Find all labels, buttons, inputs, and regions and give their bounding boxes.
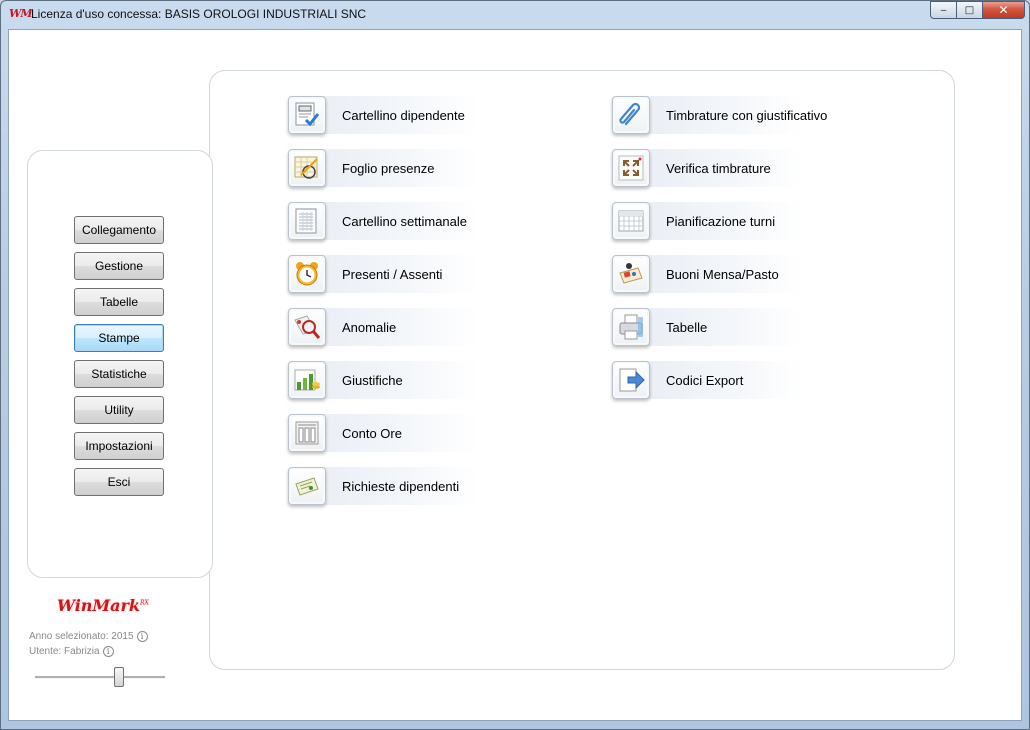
meal-voucher-icon[interactable]: [612, 255, 650, 293]
tabelle-item[interactable]: Tabelle: [612, 307, 802, 347]
collegamento-button[interactable]: Collegamento: [74, 216, 164, 244]
weekly-card-icon[interactable]: [288, 202, 326, 240]
shift-grid-icon[interactable]: [612, 202, 650, 240]
winmark-logo: WinMarkRX: [57, 596, 149, 615]
timbrature-giustificativo-item[interactable]: Timbrature con giustificativo: [612, 95, 827, 135]
giustifiche-item[interactable]: Giustifiche: [288, 360, 478, 400]
paperclip-icon[interactable]: [612, 96, 650, 134]
printer-icon[interactable]: [612, 308, 650, 346]
item-label: Giustifiche: [342, 372, 403, 388]
logo-text: WinMark: [57, 596, 140, 615]
pianificazione-turni-item[interactable]: Pianificazione turni: [612, 201, 802, 241]
maximize-button[interactable]: □: [956, 1, 982, 19]
item-label: Foglio presenze: [342, 160, 435, 176]
window-controls: ‒ □ ✕: [930, 1, 1025, 19]
client-area: Collegamento Gestione Tabelle Stampe Sta…: [8, 29, 1022, 721]
gestione-button[interactable]: Gestione: [74, 252, 164, 280]
item-label: Anomalie: [342, 319, 397, 335]
info-icon[interactable]: i: [102, 646, 114, 657]
app-logo-icon: WM: [9, 7, 33, 20]
item-label: Timbrature con giustificativo: [666, 107, 828, 123]
item-label: Cartellino settimanale: [342, 213, 468, 229]
user-info: Utente: Fabrizia i: [29, 646, 114, 657]
export-arrow-icon[interactable]: [612, 361, 650, 399]
anomalie-item[interactable]: Anomalie: [288, 307, 478, 347]
item-highlight: [632, 308, 802, 346]
minimize-icon: ‒: [940, 4, 947, 16]
item-label: Verifica timbrature: [666, 160, 771, 176]
logo-superscript: RX: [140, 599, 149, 607]
buoni-mensa-item[interactable]: Buoni Mensa/Pasto: [612, 254, 802, 294]
richieste-dipendenti-item[interactable]: Richieste dipendenti: [288, 466, 478, 506]
cartellino-dipendente-item[interactable]: Cartellino dipendente: [288, 95, 478, 135]
attendance-sheet-icon[interactable]: [288, 149, 326, 187]
item-label: Pianificazione turni: [666, 213, 776, 229]
magnifier-icon[interactable]: [288, 308, 326, 346]
zoom-slider-track[interactable]: [35, 676, 165, 679]
impostazioni-button[interactable]: Impostazioni: [74, 432, 164, 460]
user-info-text: Utente: Fabrizia: [29, 646, 100, 657]
year-info-text: Anno selezionato: 2015: [29, 631, 134, 642]
hours-account-icon[interactable]: [288, 414, 326, 452]
chart-coins-icon[interactable]: [288, 361, 326, 399]
close-button[interactable]: ✕: [982, 1, 1025, 19]
statistiche-button[interactable]: Statistiche: [74, 360, 164, 388]
verify-arrows-icon[interactable]: [612, 149, 650, 187]
employee-card-icon[interactable]: [288, 96, 326, 134]
window-title: Licenza d'uso concessa: BASIS OROLOGI IN…: [31, 7, 367, 21]
request-ticket-icon[interactable]: [288, 467, 326, 505]
alarm-clock-icon[interactable]: [288, 255, 326, 293]
maximize-icon: □: [964, 4, 975, 16]
title-bar[interactable]: WM Licenza d'uso concessa: BASIS OROLOGI…: [1, 1, 1029, 28]
item-label: Richieste dipendenti: [342, 478, 460, 494]
app-window: WM Licenza d'uso concessa: BASIS OROLOGI…: [0, 0, 1030, 730]
minimize-button[interactable]: ‒: [930, 1, 956, 19]
item-label: Cartellino dipendente: [342, 107, 465, 123]
item-label: Presenti / Assenti: [342, 266, 443, 282]
info-icon[interactable]: i: [136, 631, 148, 642]
close-icon: ✕: [998, 3, 1009, 17]
zoom-slider-thumb[interactable]: [114, 667, 125, 687]
codici-export-item[interactable]: Codici Export: [612, 360, 802, 400]
presenti-assenti-item[interactable]: Presenti / Assenti: [288, 254, 478, 294]
verifica-timbrature-item[interactable]: Verifica timbrature: [612, 148, 802, 188]
item-label: Buoni Mensa/Pasto: [666, 266, 779, 282]
cartellino-settimanale-item[interactable]: Cartellino settimanale: [288, 201, 478, 241]
tabelle-button[interactable]: Tabelle: [74, 288, 164, 316]
foglio-presenze-item[interactable]: Foglio presenze: [288, 148, 478, 188]
conto-ore-item[interactable]: Conto Ore: [288, 413, 478, 453]
utility-button[interactable]: Utility: [74, 396, 164, 424]
esci-button[interactable]: Esci: [74, 468, 164, 496]
stampe-button[interactable]: Stampe: [74, 324, 164, 352]
item-label: Codici Export: [666, 372, 744, 388]
year-info: Anno selezionato: 2015 i: [29, 631, 148, 642]
item-label: Conto Ore: [342, 425, 402, 441]
item-label: Tabelle: [666, 319, 708, 335]
